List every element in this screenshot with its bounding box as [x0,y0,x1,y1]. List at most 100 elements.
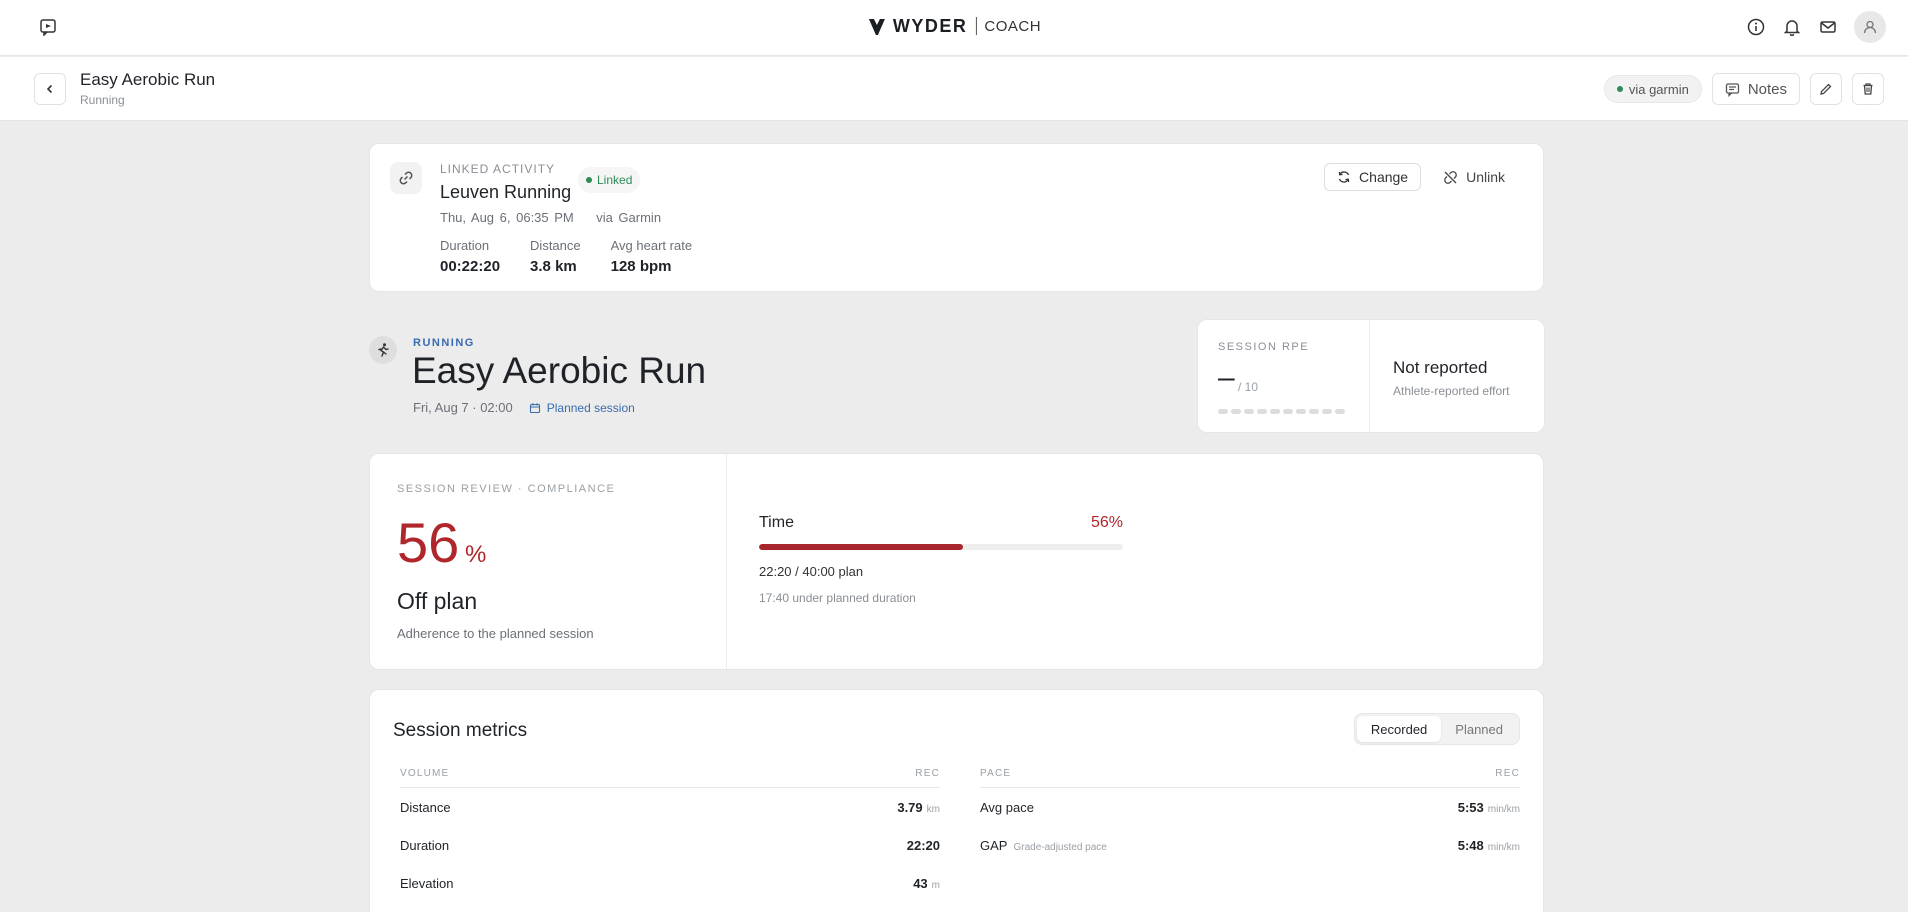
pace-table: PACE REC Avg pace 5:53 min/km GAP Grade-ad… [980,768,1520,864]
edit-button[interactable] [1810,73,1842,105]
page-subtitle: Running [80,93,125,107]
rpe-scale-step [1270,409,1280,414]
delete-button[interactable] [1852,73,1884,105]
rpe-scale-step [1244,409,1254,414]
linked-activity-label: LINKED ACTIVITY [440,162,556,176]
session-title: Easy Aerobic Run [412,350,707,391]
rpe-max: / 10 [1238,380,1259,394]
notes-label: Notes [1747,80,1787,98]
stat-distance: Distance 3.8 km [530,238,581,275]
time-percent: 56% [1090,514,1123,531]
source-badge: via garmin [1603,75,1702,103]
link-icon [390,162,422,194]
table-row: Avg pace 5:53 min/km [980,788,1520,826]
volume-table: VOLUME REC Distance 3.79 km Duration 22:2… [400,768,940,902]
back-button[interactable] [34,73,66,105]
wyder-logo-icon [868,19,885,35]
running-icon [369,336,397,364]
page-header: Easy Aerobic Run Running via garmin Note… [0,57,1908,121]
activity-meta: Thu, Aug 6, 06:35 PM via Garmin [440,210,661,225]
metric-label: Elevation [400,875,454,891]
metric-unit: min/km [1487,803,1520,815]
top-bar: WYDER COACH [0,0,1908,56]
pace-header: PACE [980,768,1012,779]
compliance-description: Adherence to the planned session [397,626,594,641]
brand-name: WYDER [892,15,968,36]
metrics-title: Session metrics [393,720,528,741]
metric-unit: m [931,879,940,891]
rpe-scale-step [1218,409,1228,414]
time-progress-bar [759,544,1123,550]
rpe-scale-step [1283,409,1293,414]
planned-session-label: Planned session [546,400,635,415]
trash-icon [1863,83,1873,95]
unlink-icon [1444,170,1457,184]
rpe-scale-step [1231,409,1241,414]
metric-label: Duration [400,837,450,853]
change-button[interactable]: Change [1324,163,1422,191]
planned-session-tag: Planned session [529,401,635,415]
stat-label: Avg heart rate [610,238,693,253]
pace-col-header: REC [1495,768,1520,779]
table-row: Duration 22:20 [400,826,940,864]
table-row: Elevation 43 m [400,864,940,902]
user-icon [1863,20,1877,34]
toggle-planned[interactable]: Planned [1441,716,1517,742]
stat-label: Distance [530,238,581,253]
stat-value: 00:22:20 [440,258,501,275]
compliance-label: SESSION REVIEW · COMPLIANCE [397,483,616,495]
metric-label: GAP [980,837,1008,853]
brand-logo[interactable]: WYDER COACH [867,15,1041,37]
rpe-scale-step [1257,409,1267,414]
feedback-icon[interactable] [36,15,60,39]
compliance-unit: % [465,541,487,568]
stat-value: 128 bpm [610,258,672,275]
rpe-scale-step [1296,409,1306,414]
table-row: GAP Grade-adjusted pace 5:48 min/km [980,826,1520,864]
metric-value: 5:48 [1457,837,1484,853]
brand-divider [975,17,977,35]
info-icon[interactable] [1746,17,1766,37]
compliance-value: 56 [397,511,460,574]
pencil-icon [1820,83,1832,95]
activity-source: via Garmin [596,210,662,225]
bell-icon[interactable] [1782,17,1802,37]
rpe-description: Athlete-reported effort [1393,384,1510,398]
activity-date: Thu, Aug 6, 06:35 PM [440,210,574,225]
table-row: Distance 3.79 km [400,788,940,826]
metric-value: 5:53 [1457,799,1484,815]
source-label: via garmin [1628,81,1689,97]
rpe-scale-step [1322,409,1332,414]
activity-name[interactable]: Leuven Running [440,182,571,203]
change-label: Change [1359,169,1409,185]
session-meta: Fri, Aug 7 · 02:00 Planned session [413,400,635,415]
metric-value: 3.79 [897,799,923,815]
time-plan: 22:20 / 40:00 plan [759,564,864,579]
time-label: Time [759,514,794,531]
rpe-status: Not reported [1393,358,1488,377]
time-progress-fill [759,544,963,550]
linked-badge-label: Linked [597,173,633,187]
metric-value: 22:20 [906,837,940,853]
rpe-value: – [1218,361,1235,394]
mail-icon[interactable] [1818,17,1838,37]
comment-icon [1725,82,1739,97]
rpe-scale-step [1335,409,1345,414]
unlink-button[interactable]: Unlink [1433,163,1515,191]
linked-badge: Linked [578,167,641,193]
activity-stats: Duration 00:22:20 Distance 3.8 km Avg he… [440,238,692,275]
notes-button[interactable]: Notes [1711,73,1800,105]
sport-label: RUNNING [413,337,475,349]
metric-value: 43 [913,875,928,891]
brand-sub: COACH [984,17,1042,35]
session-metrics-card: Session metrics Recorded Planned VOLUME … [369,689,1544,912]
volume-header: VOLUME [400,768,450,779]
refresh-icon [1338,171,1350,183]
time-compliance: Time 56% 22:20 / 40:00 plan 17:40 under … [759,514,1123,605]
toggle-recorded[interactable]: Recorded [1356,716,1442,742]
volume-col-header: REC [915,768,940,779]
metric-label: Avg pace [980,799,1034,815]
avatar[interactable] [1854,11,1886,43]
chevron-left-icon [46,84,53,94]
stat-label: Duration [440,238,490,253]
